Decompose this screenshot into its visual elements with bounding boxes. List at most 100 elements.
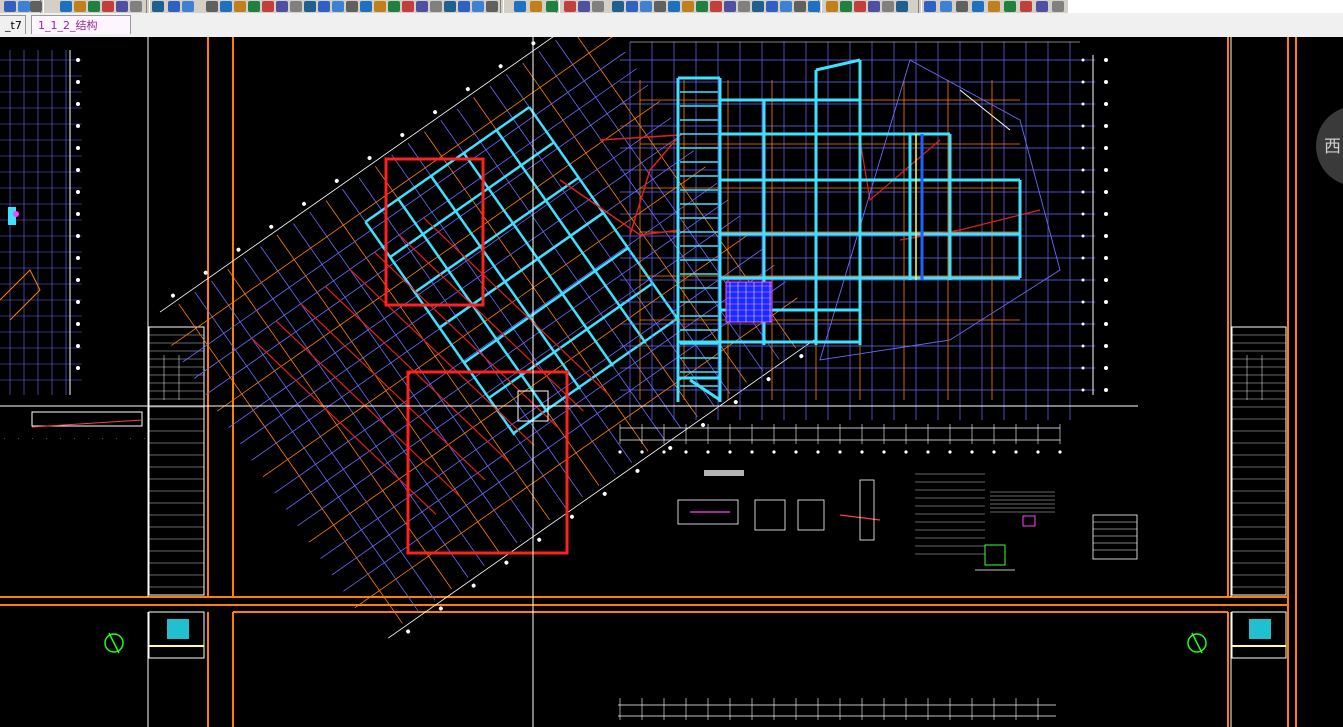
polyline-icon[interactable] bbox=[612, 1, 624, 12]
line-icon[interactable] bbox=[360, 1, 372, 12]
dimension-icon[interactable] bbox=[168, 1, 180, 12]
layer-icon[interactable] bbox=[738, 1, 750, 12]
line-icon[interactable] bbox=[1052, 1, 1064, 12]
cad-drawing-canvas[interactable]: · · · · · · · · · · · bbox=[0, 37, 1343, 727]
axis-bubble bbox=[76, 58, 80, 62]
help-icon[interactable] bbox=[682, 1, 694, 12]
print-icon[interactable] bbox=[668, 1, 680, 12]
dim-text: · bbox=[4, 436, 5, 441]
match-icon[interactable] bbox=[1020, 1, 1032, 12]
axis-bubble bbox=[882, 450, 886, 454]
snap-icon[interactable] bbox=[794, 1, 806, 12]
dimension-icon[interactable] bbox=[840, 1, 852, 12]
dim-text: · bbox=[32, 436, 33, 441]
help-icon[interactable] bbox=[896, 1, 908, 12]
axis-bubble bbox=[76, 344, 80, 348]
help-icon[interactable] bbox=[444, 1, 456, 12]
layer-stack-icon[interactable] bbox=[304, 1, 316, 12]
text-icon[interactable] bbox=[402, 1, 414, 12]
properties-icon[interactable] bbox=[1004, 1, 1016, 12]
dimension-icon[interactable] bbox=[626, 1, 638, 12]
axis-bubble bbox=[992, 450, 996, 454]
line-icon[interactable] bbox=[808, 1, 820, 12]
document-tab-bar: _t7 1_1_2_结构1021 bbox=[0, 13, 1343, 51]
polyline-icon[interactable] bbox=[152, 1, 164, 12]
match-icon[interactable] bbox=[102, 1, 114, 12]
open-icon[interactable] bbox=[248, 1, 260, 12]
snap-icon[interactable] bbox=[346, 1, 358, 12]
open-icon[interactable] bbox=[924, 1, 936, 12]
snap-icon[interactable] bbox=[116, 1, 128, 12]
print-icon[interactable] bbox=[220, 1, 232, 12]
layer-stack-icon[interactable] bbox=[752, 1, 764, 12]
axis-bubble bbox=[76, 124, 80, 128]
axis-bubble bbox=[904, 450, 908, 454]
axis-bubble bbox=[728, 450, 732, 454]
tab-drawing-t7[interactable]: _t7 bbox=[0, 15, 26, 34]
table-icon[interactable] bbox=[868, 1, 880, 12]
pan-icon[interactable] bbox=[472, 1, 484, 12]
zoom-icon[interactable] bbox=[724, 1, 736, 12]
polyline-icon[interactable] bbox=[826, 1, 838, 12]
properties-icon[interactable] bbox=[766, 1, 778, 12]
polyline-icon[interactable] bbox=[374, 1, 386, 12]
zoom-icon[interactable] bbox=[486, 1, 498, 12]
print-icon[interactable] bbox=[430, 1, 442, 12]
text-icon[interactable] bbox=[182, 1, 194, 12]
layer-icon[interactable] bbox=[60, 1, 72, 12]
axis-bubble bbox=[1081, 124, 1085, 128]
zoom-icon[interactable] bbox=[276, 1, 288, 12]
layer-icon[interactable] bbox=[514, 1, 526, 12]
axis-bubble bbox=[76, 190, 80, 194]
text-icon[interactable] bbox=[640, 1, 652, 12]
table-icon[interactable] bbox=[206, 1, 218, 12]
axis-bubble bbox=[970, 450, 974, 454]
axis-bubble bbox=[1104, 388, 1108, 392]
text-icon[interactable] bbox=[854, 1, 866, 12]
open-icon[interactable] bbox=[458, 1, 470, 12]
dim-text: · bbox=[116, 436, 117, 441]
layer-stack-icon[interactable] bbox=[74, 1, 86, 12]
line-icon[interactable] bbox=[130, 1, 142, 12]
match-icon[interactable] bbox=[564, 1, 576, 12]
help-icon[interactable] bbox=[234, 1, 246, 12]
layer-stack-icon[interactable] bbox=[988, 1, 1000, 12]
properties-icon[interactable] bbox=[88, 1, 100, 12]
table-icon[interactable] bbox=[654, 1, 666, 12]
match-icon[interactable] bbox=[332, 1, 344, 12]
toolbar-separator bbox=[918, 0, 922, 13]
dim-text: · bbox=[130, 436, 131, 441]
axis-bubble bbox=[794, 450, 798, 454]
snap-icon[interactable] bbox=[1036, 1, 1048, 12]
axis-bubble bbox=[1104, 146, 1108, 150]
open-icon[interactable] bbox=[4, 1, 16, 12]
layer-icon[interactable] bbox=[972, 1, 984, 12]
pan-icon[interactable] bbox=[18, 1, 30, 12]
axis-bubble bbox=[1104, 80, 1108, 84]
layer-icon[interactable] bbox=[290, 1, 302, 12]
properties-icon[interactable] bbox=[318, 1, 330, 12]
line-icon[interactable] bbox=[592, 1, 604, 12]
axis-bubble bbox=[1104, 366, 1108, 370]
axis-bubble bbox=[860, 450, 864, 454]
tab-structure-1021[interactable]: 1_1_2_结构1021 bbox=[31, 15, 131, 51]
pan-icon[interactable] bbox=[710, 1, 722, 12]
axis-bubble bbox=[1104, 344, 1108, 348]
layer-stack-icon[interactable] bbox=[530, 1, 542, 12]
zoom-icon[interactable] bbox=[30, 1, 42, 12]
table-icon[interactable] bbox=[416, 1, 428, 12]
pan-icon[interactable] bbox=[262, 1, 274, 12]
axis-bubble bbox=[640, 450, 644, 454]
properties-icon[interactable] bbox=[546, 1, 558, 12]
snap-icon[interactable] bbox=[578, 1, 590, 12]
toolbar-separator bbox=[500, 0, 504, 13]
pan-icon[interactable] bbox=[940, 1, 952, 12]
axis-bubble bbox=[1104, 168, 1108, 172]
zoom-icon[interactable] bbox=[956, 1, 968, 12]
open-icon[interactable] bbox=[696, 1, 708, 12]
print-icon[interactable] bbox=[882, 1, 894, 12]
match-icon[interactable] bbox=[780, 1, 792, 12]
dimension-icon[interactable] bbox=[388, 1, 400, 12]
axis-bubble bbox=[618, 450, 622, 454]
toolbar-separator bbox=[146, 0, 150, 13]
